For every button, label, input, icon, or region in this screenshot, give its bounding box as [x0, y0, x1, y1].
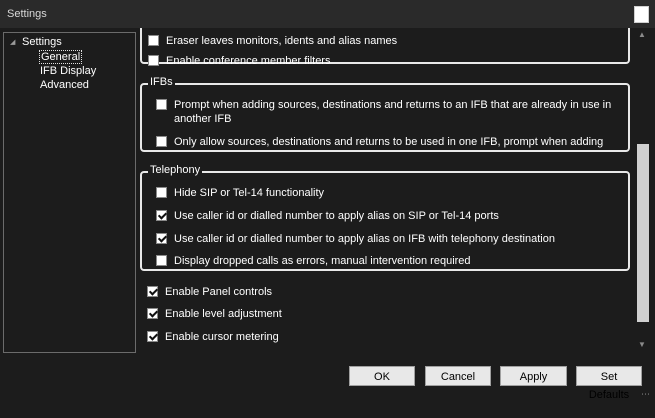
ok-button[interactable]: OK	[349, 366, 415, 386]
option-panel-controls[interactable]: Enable Panel controls	[147, 285, 272, 299]
group-title-telephony: Telephony	[148, 164, 203, 176]
option-caller-id-sip[interactable]: Use caller id or dialled number to apply…	[156, 209, 499, 223]
option-eraser-leaves-names[interactable]: Eraser leaves monitors, idents and alias…	[148, 34, 397, 48]
set-defaults-button[interactable]: Set Defaults	[576, 366, 642, 401]
option-only-one-ifb[interactable]: Only allow sources, destinations and ret…	[156, 135, 603, 149]
option-label: Prompt when adding sources, destinations…	[174, 98, 614, 126]
settings-tree: ◢ Settings General IFB Display Advanced	[3, 32, 136, 353]
option-conference-member-filters[interactable]: Enable conference member filters	[148, 54, 330, 68]
option-level-adjustment[interactable]: Enable level adjustment	[147, 307, 282, 321]
option-label: Enable cursor metering	[165, 331, 279, 343]
ifbs-group-box: IFBs Prompt when adding sources, destina…	[140, 76, 630, 152]
option-label: Enable level adjustment	[165, 308, 282, 320]
title-bar: Settings	[0, 0, 655, 28]
option-label: Use caller id or dialled number to apply…	[174, 210, 499, 222]
option-caller-id-ifb[interactable]: Use caller id or dialled number to apply…	[156, 232, 555, 246]
checkbox[interactable]	[156, 187, 167, 198]
option-dropped-calls[interactable]: Display dropped calls as errors, manual …	[156, 254, 471, 268]
option-label: Display dropped calls as errors, manual …	[174, 255, 471, 267]
settings-content: Eraser leaves monitors, idents and alias…	[140, 28, 636, 353]
checkbox[interactable]	[148, 55, 159, 66]
option-label: Eraser leaves monitors, idents and alias…	[166, 35, 398, 47]
tree-item-advanced[interactable]: Advanced	[39, 79, 90, 91]
option-label-line-2: another IFB	[174, 113, 232, 125]
checkbox[interactable]	[147, 331, 158, 342]
checkbox[interactable]	[148, 35, 159, 46]
option-cursor-metering[interactable]: Enable cursor metering	[147, 330, 279, 344]
checkbox[interactable]	[156, 136, 167, 147]
checkbox[interactable]	[156, 233, 167, 244]
scroll-thumb[interactable]	[637, 144, 649, 322]
option-hide-sip[interactable]: Hide SIP or Tel-14 functionality	[156, 186, 324, 200]
checkbox[interactable]	[156, 255, 167, 266]
option-label: Only allow sources, destinations and ret…	[174, 136, 604, 148]
checkbox[interactable]	[147, 286, 158, 297]
resize-grip-icon[interactable]: ⋯	[641, 389, 650, 400]
vertical-scrollbar[interactable]: ▲ ▼	[636, 28, 650, 353]
tree-expander-icon[interactable]: ◢	[10, 38, 15, 46]
apply-button[interactable]: Apply	[500, 366, 567, 386]
option-label: Hide SIP or Tel-14 functionality	[174, 187, 325, 199]
tree-item-ifb-display[interactable]: IFB Display	[39, 65, 97, 77]
close-button[interactable]	[634, 6, 649, 23]
checkbox[interactable]	[156, 210, 167, 221]
tree-item-general[interactable]: General	[39, 50, 83, 64]
cancel-button[interactable]: Cancel	[425, 366, 491, 386]
option-label: Use caller id or dialled number to apply…	[174, 233, 555, 245]
option-label: Enable conference member filters	[166, 55, 331, 67]
scroll-up-icon[interactable]: ▲	[638, 30, 646, 39]
checkbox[interactable]	[147, 308, 158, 319]
option-label-line-1: Prompt when adding sources, destinations…	[174, 99, 612, 111]
group-title-ifbs: IFBs	[148, 76, 175, 88]
telephony-group-box: Telephony Hide SIP or Tel-14 functionali…	[140, 164, 630, 271]
checkbox[interactable]	[156, 99, 167, 110]
window-title: Settings	[7, 8, 47, 20]
option-prompt-already-in-use[interactable]: Prompt when adding sources, destinations…	[156, 98, 614, 126]
top-group-box: Eraser leaves monitors, idents and alias…	[140, 28, 630, 67]
scroll-down-icon[interactable]: ▼	[638, 340, 646, 349]
option-label: Enable Panel controls	[165, 286, 273, 298]
tree-item-settings[interactable]: Settings	[22, 36, 62, 48]
